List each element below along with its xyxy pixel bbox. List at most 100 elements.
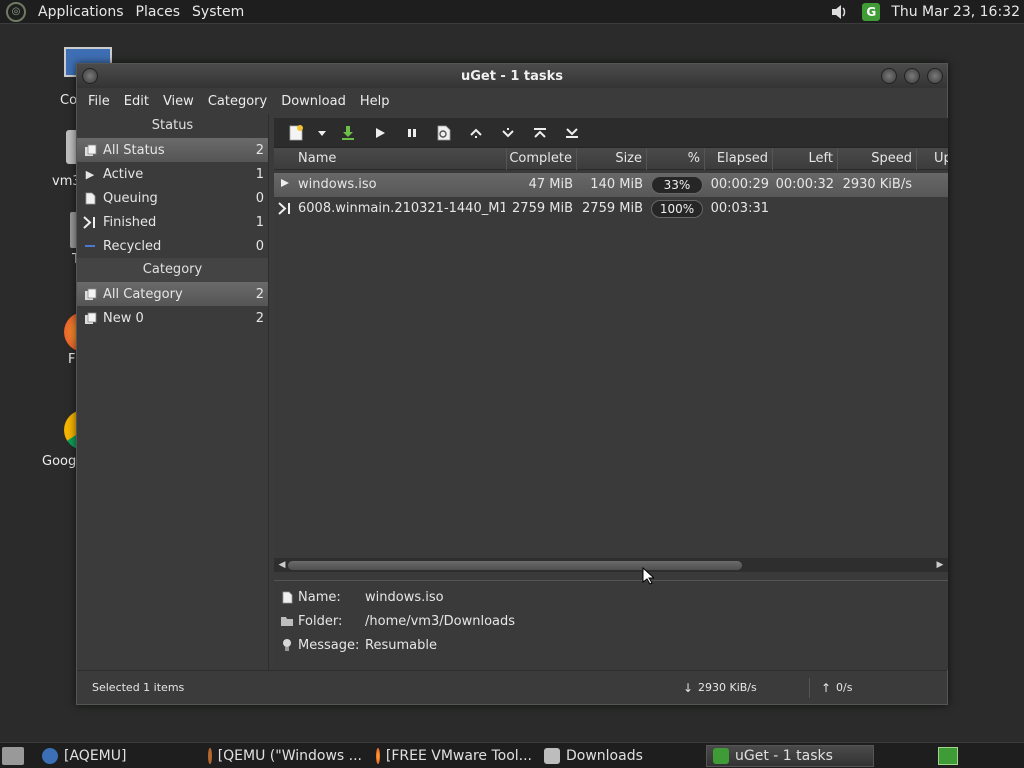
row-speed: 2930 KiB/s [842, 177, 912, 192]
finish-icon [278, 197, 296, 221]
detail-name-row: Name: windows.iso [280, 585, 444, 609]
sidebar-item-recycled[interactable]: Recycled 0 [77, 234, 268, 258]
row-size: 140 MiB [590, 177, 643, 192]
workspace-switcher[interactable] [938, 747, 958, 765]
sidebar-item-count: 1 [255, 214, 264, 230]
progress-label: 100% [659, 202, 695, 216]
row-left: 00:00:32 [775, 177, 834, 192]
sidebar-item-finished[interactable]: Finished 1 [77, 210, 268, 234]
column-complete[interactable]: Complete [507, 148, 577, 170]
chevron-down-icon[interactable] [312, 120, 332, 146]
menu-category[interactable]: Category [201, 94, 274, 109]
show-desktop-icon[interactable] [2, 747, 24, 765]
menu-view[interactable]: View [156, 94, 201, 109]
category-icon [83, 311, 97, 325]
details-pane: Name: windows.iso Folder: /home/vm3/Down… [274, 580, 948, 670]
list-header: Name Complete Size % Elapsed Left Speed … [274, 148, 948, 170]
table-row[interactable]: windows.iso 47 MiB 140 MiB 33% 00:00:29 … [274, 173, 948, 197]
titlebar[interactable]: uGet - 1 tasks [77, 64, 947, 88]
distro-logo-icon[interactable]: ◎ [6, 1, 26, 22]
window-menu-button[interactable] [82, 68, 98, 84]
main-pane: Name Complete Size % Elapsed Left Speed … [274, 118, 948, 670]
document-icon [280, 590, 294, 604]
column-speed[interactable]: Speed [838, 148, 917, 170]
play-icon[interactable] [364, 120, 396, 146]
close-button[interactable] [927, 68, 943, 84]
applications-menu[interactable]: Applications [32, 4, 130, 20]
download-icon[interactable] [332, 120, 364, 146]
sidebar-item-label: All Status [103, 142, 165, 158]
scrollbar-thumb[interactable] [288, 561, 742, 570]
task-uget[interactable]: uGet - 1 tasks [706, 745, 874, 767]
column-left[interactable]: Left [773, 148, 838, 170]
sidebar-item-count: 1 [255, 166, 264, 182]
speaker-icon[interactable] [829, 3, 849, 21]
sidebar-item-label: Active [103, 166, 144, 182]
task-label: Downloads [566, 748, 643, 764]
sidebar-item-label: All Category [103, 286, 183, 302]
mouse-cursor-icon [642, 567, 654, 585]
sidebar-item-new-0[interactable]: New 0 2 [77, 306, 268, 330]
maximize-button[interactable] [904, 68, 920, 84]
sidebar-item-all-status[interactable]: All Status 2 [77, 138, 268, 162]
row-size: 2759 MiB [582, 201, 643, 216]
minus-icon [83, 239, 97, 253]
menu-edit[interactable]: Edit [117, 94, 156, 109]
task-label: [FREE VMware Tool... [385, 748, 532, 764]
menubar: File Edit View Category Download Help [77, 88, 947, 114]
scroll-left-icon[interactable]: ◀ [276, 558, 288, 572]
detail-folder-row: Folder: /home/vm3/Downloads [280, 609, 515, 633]
progress-bar: 33% [651, 176, 703, 194]
desktop-icon-label: F [68, 352, 76, 367]
row-speed [838, 197, 912, 221]
firefox-icon [376, 748, 380, 764]
detail-name-label: Name: [298, 589, 341, 605]
task-firefox[interactable]: [FREE VMware Tool... [370, 745, 538, 767]
column-up[interactable]: Up [917, 148, 948, 170]
download-arrow-icon: ↓ [683, 681, 694, 695]
sidebar-item-label: Finished [103, 214, 157, 230]
move-down-icon[interactable] [492, 120, 524, 146]
column-name[interactable]: Name [274, 148, 507, 170]
table-row[interactable]: 6008.winmain.210321-1440_M1.iso 2759 MiB… [274, 197, 948, 221]
row-complete: 2759 MiB [512, 201, 573, 216]
new-download-icon[interactable] [280, 120, 312, 146]
aqemu-icon [42, 748, 58, 764]
task-qemu[interactable]: [QEMU ("Windows ... [202, 745, 368, 767]
window-title: uGet - 1 tasks [460, 68, 564, 84]
places-menu[interactable]: Places [130, 4, 187, 20]
menu-download[interactable]: Download [274, 94, 353, 109]
pause-icon[interactable] [396, 120, 428, 146]
sidebar-item-count: 0 [255, 190, 264, 206]
column-size[interactable]: Size [577, 148, 647, 170]
system-menu[interactable]: System [186, 4, 250, 20]
sidebar-item-all-category[interactable]: All Category 2 [77, 282, 268, 306]
task-aqemu[interactable]: [AQEMU] [36, 745, 196, 767]
horizontal-scrollbar[interactable]: ◀ ▶ [274, 558, 948, 572]
sidebar-item-queuing[interactable]: Queuing 0 [77, 186, 268, 210]
task-label: [QEMU ("Windows ... [217, 748, 362, 764]
status-header: Status [151, 118, 194, 133]
column-percent[interactable]: % [647, 148, 705, 170]
bottom-panel: [AQEMU] [QEMU ("Windows ... [FREE VMware… [0, 742, 1024, 768]
document-icon [83, 191, 97, 205]
move-bottom-icon[interactable] [556, 120, 588, 146]
menu-help[interactable]: Help [353, 94, 397, 109]
properties-icon[interactable] [428, 120, 460, 146]
uget-window: uGet - 1 tasks File Edit View Category D… [76, 63, 948, 705]
sidebar-item-active[interactable]: ▶ Active 1 [77, 162, 268, 186]
folder-icon [544, 748, 560, 764]
column-elapsed[interactable]: Elapsed [705, 148, 773, 170]
move-up-icon[interactable] [460, 120, 492, 146]
task-label: uGet - 1 tasks [735, 748, 833, 764]
uget-tray-icon[interactable]: G [861, 3, 881, 21]
menu-file[interactable]: File [81, 94, 117, 109]
folder-icon [280, 614, 294, 628]
task-downloads[interactable]: Downloads [538, 745, 704, 767]
row-complete: 47 MiB [528, 177, 573, 192]
scroll-right-icon[interactable]: ▶ [934, 558, 946, 572]
clock[interactable]: Thu Mar 23, 16:32 [887, 4, 1024, 20]
minimize-button[interactable] [881, 68, 897, 84]
move-top-icon[interactable] [524, 120, 556, 146]
detail-folder-value: /home/vm3/Downloads [365, 613, 516, 629]
